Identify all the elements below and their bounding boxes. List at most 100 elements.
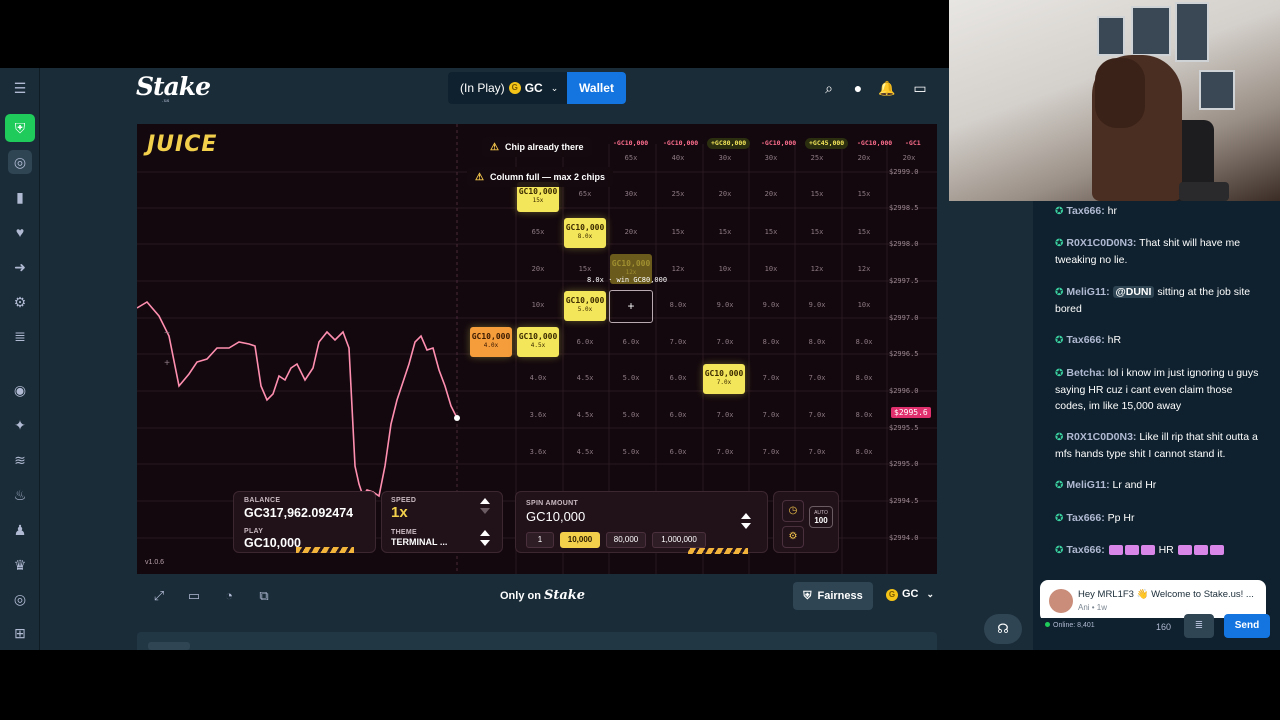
- settings-icon[interactable]: ⚙: [8, 290, 32, 314]
- settings-gear-icon[interactable]: ⚙: [782, 526, 804, 548]
- multiplier-cell[interactable]: 65x: [563, 190, 607, 198]
- multiplier-cell[interactable]: 65x: [609, 154, 653, 162]
- zoom-out-button[interactable]: −: [157, 324, 177, 344]
- multiplier-cell[interactable]: 7.0x: [703, 338, 747, 346]
- multiplier-cell[interactable]: 12x: [795, 265, 839, 273]
- bet-chip[interactable]: GC10,000 5.0x: [564, 291, 606, 321]
- multiplier-cell[interactable]: 12x: [842, 265, 886, 273]
- theme-down-arrow[interactable]: [480, 540, 490, 546]
- footer-currency-selector[interactable]: G GC ⌄: [882, 588, 934, 601]
- multiplier-cell[interactable]: 20x: [516, 265, 560, 273]
- multiplier-cell[interactable]: 7.0x: [749, 374, 793, 382]
- preset-80000-button[interactable]: 80,000: [606, 532, 646, 548]
- bet-chip[interactable]: GC10,000 7.0x: [703, 364, 745, 394]
- multiplier-cell[interactable]: 15x: [656, 228, 700, 236]
- fire-icon[interactable]: ♨: [8, 483, 32, 507]
- multiplier-cell[interactable]: 7.0x: [703, 448, 747, 456]
- multiplier-cell[interactable]: 3.6x: [516, 448, 560, 456]
- multiplier-cell[interactable]: 8.0x: [795, 338, 839, 346]
- active-chip[interactable]: GC10,000 4.0x: [470, 327, 512, 357]
- multiplier-cell[interactable]: 10x: [703, 265, 747, 273]
- multiplier-cell[interactable]: 10x: [516, 301, 560, 309]
- sparkle-icon[interactable]: ✦: [8, 413, 32, 437]
- multiplier-cell[interactable]: 12x: [656, 265, 700, 273]
- multiplier-cell[interactable]: 15x: [563, 265, 607, 273]
- multiplier-cell[interactable]: 8.0x: [842, 374, 886, 382]
- multiplier-cell[interactable]: 4.5x: [563, 374, 607, 382]
- multiplier-cell[interactable]: 7.0x: [795, 448, 839, 456]
- multiplier-cell[interactable]: 30x: [749, 154, 793, 162]
- multiplier-cell[interactable]: 3.6x: [516, 411, 560, 419]
- chip-icon[interactable]: ◉: [8, 378, 32, 402]
- send-button[interactable]: Send: [1224, 614, 1270, 638]
- selected-cell[interactable]: +: [609, 290, 653, 323]
- multiplier-cell[interactable]: 30x: [703, 154, 747, 162]
- multiplier-cell[interactable]: 9.0x: [795, 301, 839, 309]
- multiplier-cell[interactable]: 9.0x: [703, 301, 747, 309]
- bookmark-icon[interactable]: ▮: [8, 185, 32, 209]
- multiplier-cell[interactable]: 4.5x: [563, 411, 607, 419]
- stake-logo[interactable]: Stake .us: [136, 72, 211, 104]
- multiplier-cell[interactable]: 7.0x: [749, 448, 793, 456]
- multiplier-cell[interactable]: 8.0x: [656, 301, 700, 309]
- fairness-button[interactable]: ⛨ Fairness: [793, 582, 873, 610]
- wallet-button[interactable]: Wallet: [567, 72, 626, 104]
- multiplier-cell[interactable]: 25x: [795, 154, 839, 162]
- list-icon[interactable]: ≣: [8, 324, 32, 348]
- multiplier-cell[interactable]: 5.0x: [609, 448, 653, 456]
- theme-up-arrow[interactable]: [480, 530, 490, 536]
- bet-chip[interactable]: GC10,000 8.0x: [564, 218, 606, 248]
- multiplier-cell[interactable]: 15x: [703, 228, 747, 236]
- auto-button[interactable]: AUTO 100: [809, 506, 833, 528]
- support-circle-icon[interactable]: ◎: [8, 587, 32, 611]
- preset-10000-button[interactable]: 10,000: [560, 532, 600, 548]
- preset-1-button[interactable]: 1: [526, 532, 554, 548]
- user-mention[interactable]: @DUNI: [1112, 286, 1155, 298]
- crown-icon[interactable]: ♛: [8, 553, 32, 577]
- multiplier-cell[interactable]: 8.0x: [749, 338, 793, 346]
- headset-support-icon[interactable]: ☊: [984, 614, 1022, 644]
- multiplier-cell[interactable]: 7.0x: [795, 374, 839, 382]
- stack-icon[interactable]: ≋: [8, 448, 32, 472]
- multiplier-cell[interactable]: 8.0x: [842, 411, 886, 419]
- chat-icon[interactable]: ▭: [910, 78, 930, 98]
- speed-down-arrow[interactable]: [480, 508, 490, 514]
- multiplier-cell[interactable]: 7.0x: [656, 338, 700, 346]
- popout-icon[interactable]: ⧉: [255, 587, 273, 605]
- multiplier-cell[interactable]: 6.0x: [656, 374, 700, 382]
- balance-selector[interactable]: (In Play) G GC ⌄: [448, 72, 568, 104]
- user-icon[interactable]: ●: [848, 78, 868, 98]
- multiplier-cell[interactable]: 8.0x: [842, 338, 886, 346]
- multiplier-cell[interactable]: 7.0x: [795, 411, 839, 419]
- multiplier-cell[interactable]: 20x: [842, 154, 886, 162]
- multiplier-cell[interactable]: 25x: [656, 190, 700, 198]
- multiplier-cell[interactable]: 15x: [842, 228, 886, 236]
- expand-icon[interactable]: ⤢: [150, 587, 168, 605]
- zoom-in-button[interactable]: +: [157, 354, 177, 374]
- juice-game-canvas[interactable]: JUICE − + v1.0.6 -GC10,000 -GC10,000 +GC…: [137, 124, 937, 574]
- amount-down-arrow[interactable]: [741, 523, 751, 529]
- search-icon[interactable]: ⌕: [819, 78, 839, 98]
- spin-amount-value[interactable]: GC10,000: [526, 509, 585, 524]
- gift-icon[interactable]: ⊞: [8, 621, 32, 645]
- multiplier-cell[interactable]: 10x: [749, 265, 793, 273]
- multiplier-cell[interactable]: 15x: [795, 190, 839, 198]
- multiplier-cell[interactable]: 5.0x: [609, 374, 653, 382]
- multiplier-cell[interactable]: 6.0x: [563, 338, 607, 346]
- multiplier-cell[interactable]: 15x: [749, 228, 793, 236]
- multiplier-cell[interactable]: 15x: [795, 228, 839, 236]
- multiplier-cell[interactable]: 20x: [749, 190, 793, 198]
- multiplier-cell[interactable]: 5.0x: [609, 411, 653, 419]
- heart-icon[interactable]: ♥: [8, 220, 32, 244]
- multiplier-cell[interactable]: 9.0x: [749, 301, 793, 309]
- multiplier-cell[interactable]: 65x: [516, 228, 560, 236]
- multiplier-cell[interactable]: 6.0x: [656, 448, 700, 456]
- multiplier-cell[interactable]: 30x: [609, 190, 653, 198]
- arrow-circle-icon[interactable]: ➜: [8, 255, 32, 279]
- multiplier-cell[interactable]: 6.0x: [656, 411, 700, 419]
- multiplier-cell[interactable]: 8.0x: [842, 448, 886, 456]
- theater-mode-icon[interactable]: ▭: [185, 587, 203, 605]
- multiplier-cell[interactable]: 10x: [842, 301, 886, 309]
- multiplier-cell[interactable]: 4.5x: [563, 448, 607, 456]
- preset-1000000-button[interactable]: 1,000,000: [652, 532, 706, 548]
